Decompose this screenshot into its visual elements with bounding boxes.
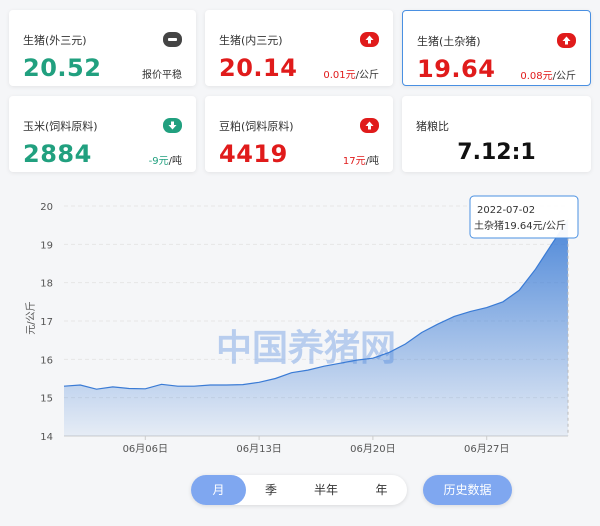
arrow-up-icon [557,33,576,48]
pig-grain-ratio-card[interactable]: 猪粮比 7.12:1 [402,96,591,172]
y-axis-label: 元/公斤 [25,301,37,334]
card-title: 豆粕(饲料原料) [219,120,294,133]
y-tick-label: 20 [40,202,53,213]
arrow-up-icon [360,118,379,133]
ratio-value: 7.12:1 [457,140,536,165]
y-tick-label: 16 [40,355,53,366]
arrow-down-icon [163,118,182,133]
price-card-neisanyuan[interactable]: 生猪(内三元) 20.14 0.01元/公斤 [205,10,393,86]
arrow-up-icon [360,32,379,47]
y-tick-label: 15 [40,394,53,405]
card-value: 20.14 [219,54,298,82]
y-tick-label: 18 [40,279,53,290]
tooltip-label: 土杂猪19.64元/公斤 [474,219,566,232]
tab-year[interactable]: 年 [356,475,407,505]
x-axis: 06月06日 06月13日 06月20日 06月27日 [123,436,509,455]
tooltip-date: 2022-07-02 [477,205,535,216]
x-tick-label: 06月27日 [464,443,509,455]
price-card-waisanyuan[interactable]: 生猪(外三元) 20.52 报价平稳 [9,10,196,86]
x-tick-label: 06月13日 [236,443,281,455]
card-title: 生猪(外三元) [23,34,87,47]
y-axis: 14 15 16 17 18 19 20 [40,202,53,443]
flat-icon [163,32,182,47]
y-tick-label: 14 [40,432,53,443]
price-card-yumi[interactable]: 玉米(饲料原料) 2884 -9元/吨 [9,96,196,172]
price-card-tuzazhu[interactable]: 生猪(土杂猪) 19.64 0.08元/公斤 [402,10,591,86]
card-title: 玉米(饲料原料) [23,120,98,133]
x-tick-label: 06月20日 [350,443,395,455]
tooltip: 2022-07-02 土杂猪19.64元/公斤 [469,195,579,239]
card-change: 0.01元/公斤 [323,70,379,81]
card-change: -9元/吨 [148,156,182,167]
price-trend-chart[interactable]: 14151617181920 元/公斤 中国养猪网 06月06日 06月13日 06… [0,190,600,460]
card-value: 20.52 [23,54,102,82]
card-value: 4419 [219,140,288,168]
card-value: 19.64 [417,55,496,83]
card-change: 报价平稳 [142,70,182,81]
card-title: 生猪(土杂猪) [417,35,481,48]
price-card-doupo[interactable]: 豆粕(饲料原料) 4419 17元/吨 [205,96,393,172]
card-title: 猪粮比 [416,120,449,133]
y-tick-label: 17 [40,317,53,328]
card-change: 17元/吨 [342,156,379,167]
card-change: 0.08元/公斤 [520,71,576,82]
tab-quarter[interactable]: 季 [246,475,296,505]
tab-month[interactable]: 月 [191,475,246,505]
card-value: 2884 [23,140,92,168]
period-tabs: 月 季 半年 年 [191,475,407,505]
y-tick-label: 19 [40,240,53,251]
history-data-button[interactable]: 历史数据 [423,475,512,505]
card-title: 生猪(内三元) [219,34,283,47]
tab-half-year[interactable]: 半年 [296,475,356,505]
x-tick-label: 06月06日 [123,443,168,455]
